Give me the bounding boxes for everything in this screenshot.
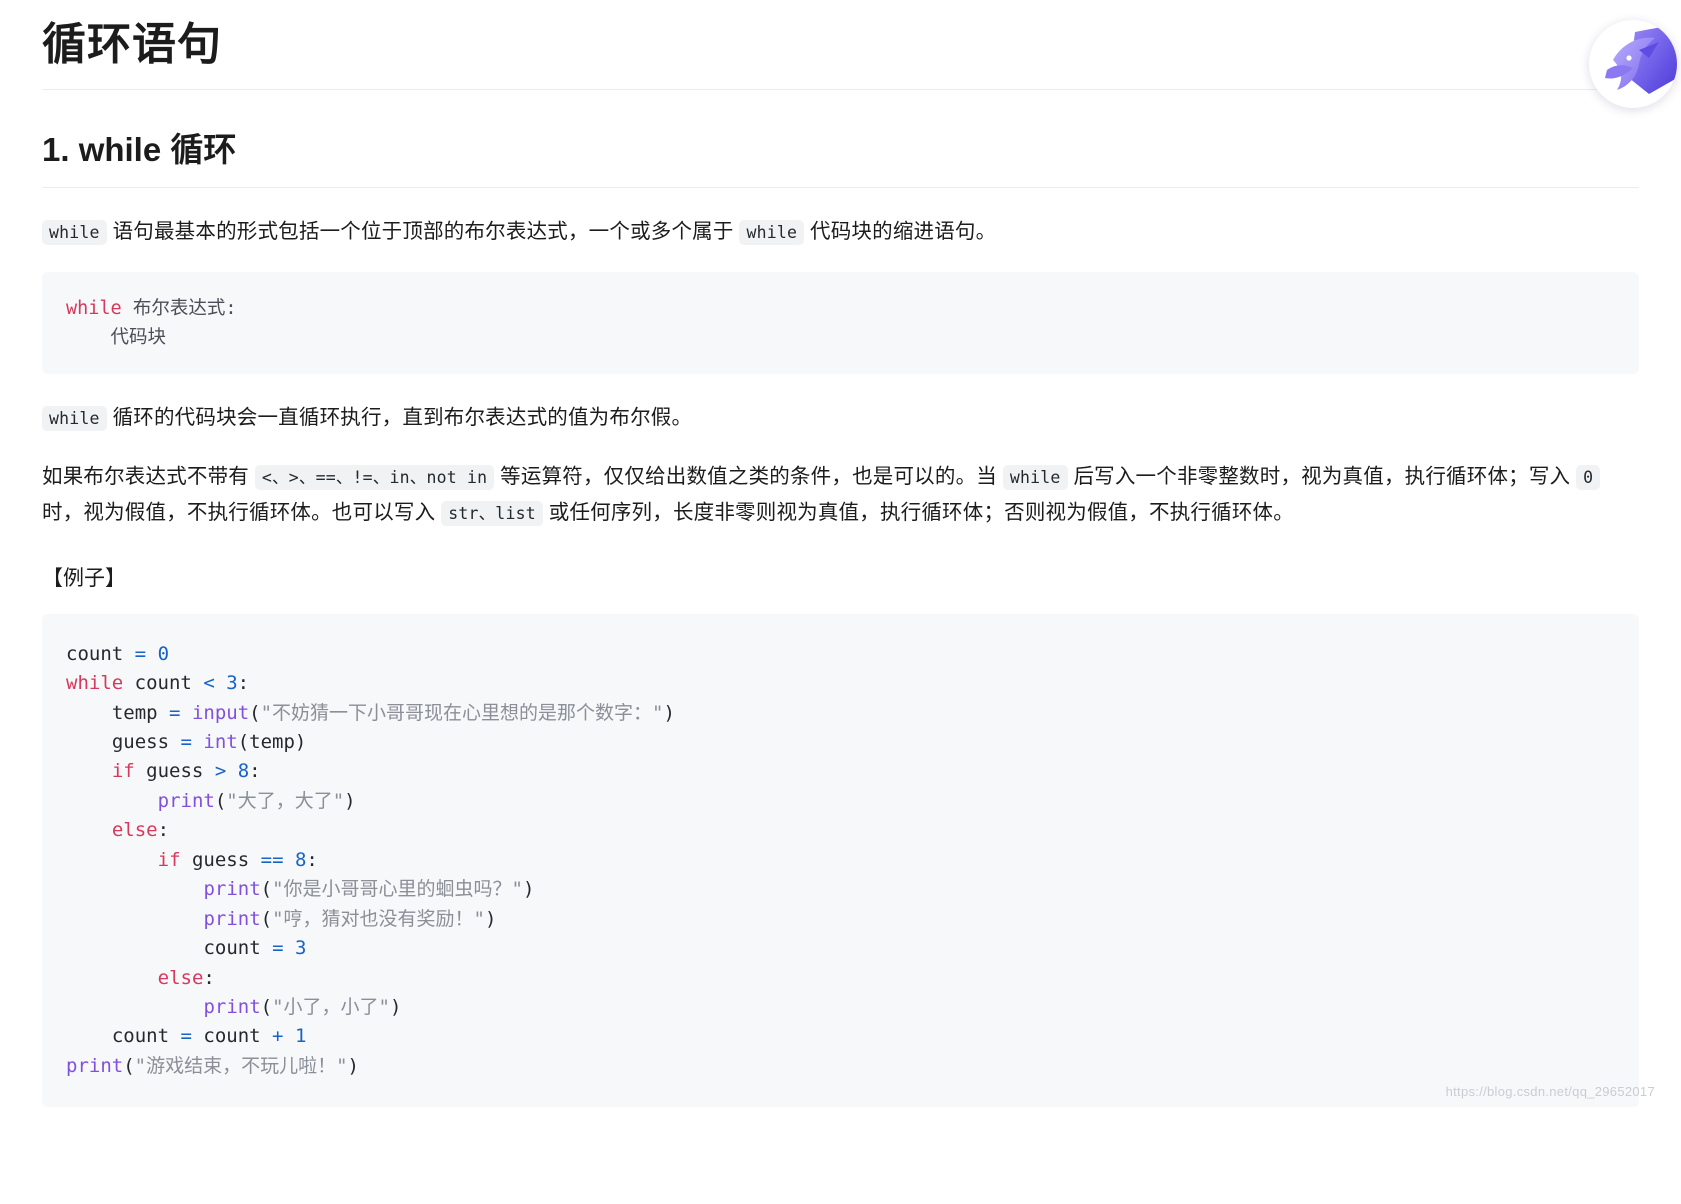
inline-code-while-2: while <box>739 219 805 245</box>
code-line: guess = int(temp) <box>111 731 307 754</box>
example-label: 【例子】 <box>42 566 126 590</box>
code-keyword-while: while <box>66 298 122 320</box>
inline-code-operators: <、>、==、!=、in、not in <box>254 464 495 490</box>
paragraph-truthiness: 如果布尔表达式不带有 <、>、==、!=、in、not in 等运算符，仅仅给出… <box>42 459 1639 532</box>
page-title: 循环语句 <box>42 20 222 69</box>
section-divider <box>42 186 1639 188</box>
code-line: if guess == 8: <box>157 848 318 871</box>
paragraph-text: 等运算符，仅仅给出数值之类的条件，也是可以的。当 <box>494 464 1003 488</box>
code-line: count = 0 <box>66 642 170 665</box>
code-line: count = count + 1 <box>111 1025 307 1048</box>
document-page: 循环语句 1. while 循环 while 语句最基本的形式包括一个位于顶部的… <box>0 16 1681 1108</box>
code-line: if guess > 8: <box>111 760 261 783</box>
paragraph-while-behavior: while 循环的代码块会一直循环执行，直到布尔表达式的值为布尔假。 <box>42 400 1639 436</box>
code-line: print("游戏结束，不玩儿啦！") <box>66 1054 359 1077</box>
paragraph-text: 如果布尔表达式不带有 <box>42 464 255 488</box>
code-line: print("大了，大了") <box>157 789 356 812</box>
hummingbird-logo[interactable] <box>1589 20 1677 108</box>
paragraph-text: 时，视为假值，不执行循环体。也可以写入 <box>42 501 442 525</box>
title-divider <box>42 89 1639 91</box>
inline-code-while-4: while <box>1002 464 1068 490</box>
code-block-example: count = 0 while count < 3: temp = input(… <box>42 613 1639 1108</box>
paragraph-text: 循环的代码块会一直循环执行，直到布尔表达式的值为布尔假。 <box>106 406 693 430</box>
paragraph-text: 代码块的缩进语句。 <box>804 219 997 243</box>
paragraph-while-intro: while 语句最基本的形式包括一个位于顶部的布尔表达式，一个或多个属于 whi… <box>42 214 1639 250</box>
code-line: while count < 3: <box>66 672 250 695</box>
inline-code-zero: 0 <box>1576 464 1601 490</box>
code-body-placeholder: 代码块 <box>66 327 167 349</box>
code-line: else: <box>111 819 170 842</box>
code-line: temp = input("不妨猜一下小哥哥现在心里想的是那个数字：") <box>111 701 675 724</box>
inline-code-str-list: str、list <box>441 501 543 527</box>
code-line: print("哼，猜对也没有奖励！") <box>203 907 497 930</box>
watermark: https://blog.csdn.net/qq_29652017 <box>1445 1084 1655 1100</box>
code-line: count = 3 <box>203 937 307 960</box>
paragraph-text: 语句最基本的形式包括一个位于顶部的布尔表达式，一个或多个属于 <box>106 219 740 243</box>
paragraph-text: 或任何序列，长度非零则视为真值，执行循环体；否则视为假值，不执行循环体。 <box>542 501 1294 525</box>
code-line: else: <box>157 966 215 989</box>
paragraph-text: 后写入一个非零整数时，视为真值，执行循环体；写入 <box>1067 464 1577 488</box>
code-line: print("你是小哥哥心里的蛔虫吗？") <box>203 878 535 901</box>
code-expression-placeholder: 布尔表达式: <box>121 298 237 320</box>
code-line: print("小了，小了") <box>203 995 402 1018</box>
code-block-while-syntax: while 布尔表达式: 代码块 <box>42 272 1639 375</box>
inline-code-while-1: while <box>42 219 107 245</box>
section-heading: 1. while 循环 <box>42 131 237 169</box>
inline-code-while-3: while <box>42 406 107 432</box>
